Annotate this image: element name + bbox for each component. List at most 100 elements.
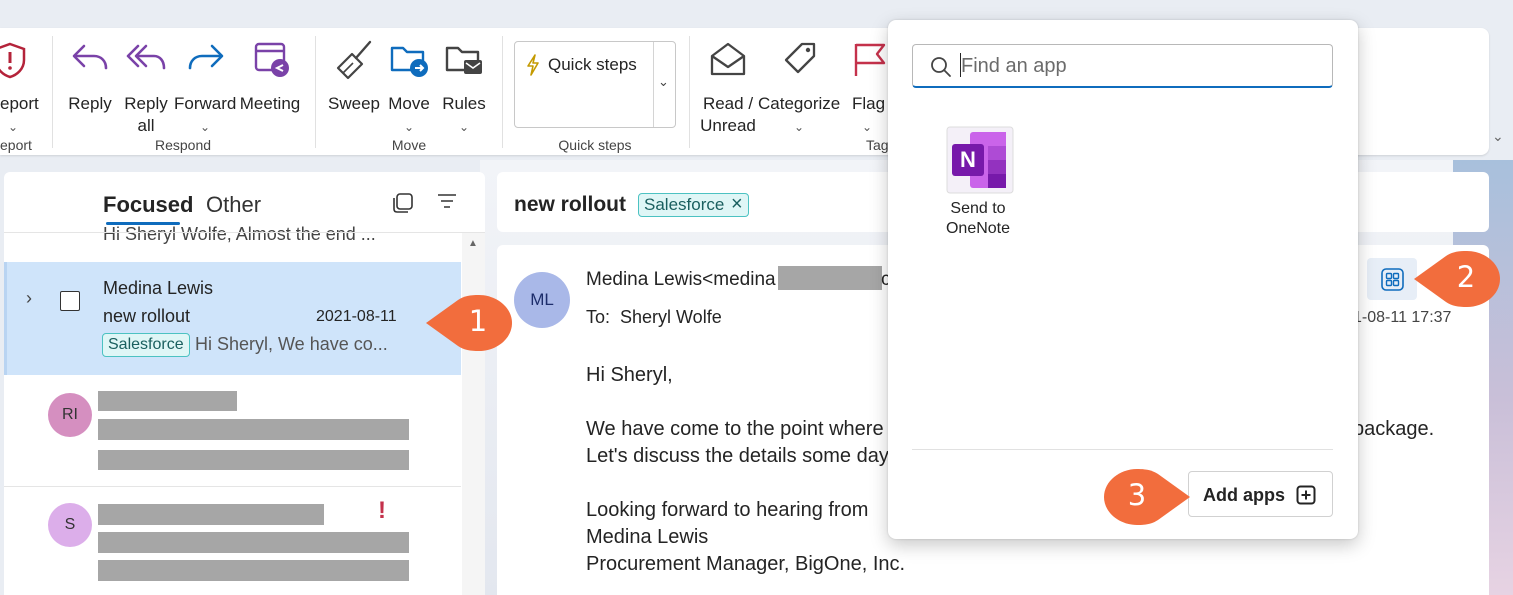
category-tag-label: Salesforce [644,195,725,214]
scroll-up-arrow-icon[interactable]: ▲ [468,238,478,249]
reply-with-meeting-icon [254,42,289,77]
expand-chevron-icon[interactable]: › [26,288,32,309]
avatar: RI [48,393,92,437]
tab-other[interactable]: Other [206,192,261,218]
broom-icon [336,40,372,80]
respond-group-label: Respond [154,137,212,153]
reply-all-button[interactable]: Reply all [118,38,174,135]
move-button[interactable]: Move ⌄ [384,38,434,134]
report-label: eport [0,94,39,113]
add-apps-button[interactable]: Add apps [1188,471,1333,517]
move-group-label: Move [391,137,427,153]
ribbon-separator [502,36,503,148]
reply-button[interactable]: Reply [62,38,118,133]
chevron-down-icon[interactable]: ⌄ [794,117,804,138]
forward-label: Forward [174,94,237,113]
message-preview-cut: Hi Sheryl Wolfe, Almost the end ... [103,224,376,244]
callout-number: 2 [1456,260,1476,294]
sender-name: Medina Lewis [103,278,214,298]
apps-popup: N Send to OneNote Add apps [888,20,1358,539]
apps-grid-icon [1381,268,1404,291]
text-caret [960,53,961,77]
meeting-button[interactable]: Meeting [238,38,302,133]
app-tile-onenote[interactable]: N Send to OneNote [928,126,1028,241]
body-line: Let's discuss the details some day [586,445,889,467]
body-line: Looking forward to hearing from [586,499,869,521]
quick-steps-group-label: Quick steps [558,137,632,153]
flag-button[interactable]: Flag ⌄ [846,38,890,134]
select-mode-icon[interactable] [392,192,414,214]
flag-icon [854,43,886,76]
read-unread-button[interactable]: Read / Unread [698,38,758,135]
find-app-search[interactable] [912,44,1333,88]
redacted-block [778,266,882,290]
redacted-block [98,419,409,440]
move-label: Move [388,94,430,113]
flag-label: Flag [852,94,886,113]
quick-steps-divider [653,42,654,127]
folder-rules-icon [445,46,482,74]
read-unread-label-2: Unread [700,116,756,135]
forward-icon [188,44,224,70]
sweep-label: Sweep [328,94,380,113]
avatar: S [48,503,92,547]
selection-indicator [4,262,7,375]
ribbon-separator [689,36,690,148]
add-square-icon [1296,485,1316,505]
redacted-block [98,504,324,525]
recipient-name[interactable]: Sheryl Wolfe [620,307,722,328]
reading-subject: new rollout [514,193,626,216]
rules-button[interactable]: Rules ⌄ [438,38,490,134]
categorize-label: Categorize [758,94,841,113]
remove-tag-icon[interactable]: × [731,193,743,216]
chevron-down-icon[interactable]: ⌄ [459,117,469,138]
tab-focused[interactable]: Focused [103,192,193,218]
redacted-block [98,560,409,581]
message-subject: new rollout [103,306,191,326]
folder-move-icon [390,46,428,77]
sender-name[interactable]: Medina Lewis<medina [586,269,776,291]
apps-button[interactable] [1367,258,1417,300]
table-row[interactable]: RI [4,376,461,486]
reply-label: Reply [68,94,112,113]
reply-all-label-1: Reply [124,94,168,113]
chevron-down-icon[interactable]: ⌄ [658,74,669,90]
category-tag: Salesforce [102,333,190,357]
redacted-block [98,532,409,553]
callout-3: 3 [1102,468,1192,526]
row-checkbox[interactable] [60,291,80,311]
quick-steps-gallery[interactable]: Quick steps ⌄ [514,41,676,128]
report-button[interactable]: eport ⌄ [0,38,40,138]
filter-icon[interactable] [436,192,458,210]
sweep-button[interactable]: Sweep [326,38,382,133]
ribbon-expand-chevron-icon[interactable]: ⌄ [1492,128,1504,145]
add-apps-label: Add apps [1203,485,1286,505]
reply-all-label-2: all [137,116,155,135]
signature-title: Procurement Manager, BigOne, Inc. [586,553,906,575]
meeting-label: Meeting [239,94,301,113]
rules-label: Rules [442,94,486,113]
callout-1: 1 [424,294,514,352]
callout-number: 1 [468,304,488,338]
reply-all-icon [126,44,166,70]
app-name-line-1: Send to [950,200,1006,217]
scrollbar[interactable] [462,233,485,595]
body-line: We have come to the point where [586,418,884,440]
chevron-down-icon[interactable]: ⌄ [200,117,210,138]
forward-button[interactable]: Forward ⌄ [174,38,237,134]
callout-2: 2 [1412,250,1502,308]
chevron-down-icon[interactable]: ⌄ [8,117,18,138]
body-greeting: Hi Sheryl, [586,364,673,386]
chevron-down-icon[interactable]: ⌄ [862,117,872,138]
quick-steps-label: Quick steps [548,55,637,74]
tag-icon [784,42,816,74]
chevron-down-icon[interactable]: ⌄ [404,117,414,138]
report-group-label: eport [0,137,32,153]
lightning-icon [527,54,539,76]
table-row-selected[interactable]: › Medina Lewis new rollout 2021-08-11 Sa… [4,262,461,375]
popup-divider [912,449,1333,450]
message-list: Focused Other Hi Sheryl Wolfe, Almost th… [4,172,485,595]
categorize-button[interactable]: Categorize ⌄ [758,38,841,134]
search-input[interactable] [959,51,1323,81]
table-row[interactable]: S ! [4,487,461,595]
